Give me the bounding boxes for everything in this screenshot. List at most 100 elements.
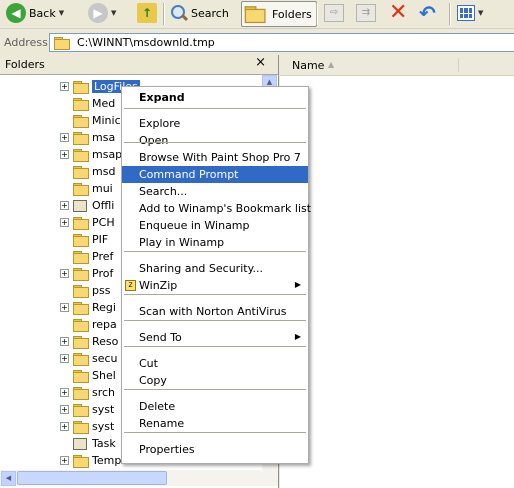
menu-item-properties[interactable]: Properties bbox=[122, 441, 308, 458]
menu-item-search[interactable]: Search... bbox=[122, 183, 308, 200]
folder-icon bbox=[73, 454, 89, 468]
menu-item-browse-paint-shop[interactable]: Browse With Paint Shop Pro 7 bbox=[122, 149, 308, 166]
menu-item-sharing-security[interactable]: Sharing and Security... bbox=[122, 260, 308, 277]
menu-item-label: Enqueue in Winamp bbox=[139, 219, 250, 232]
address-label: Address bbox=[4, 36, 48, 49]
tree-item[interactable]: pss bbox=[60, 282, 110, 299]
menu-item-open[interactable]: Open bbox=[122, 132, 308, 149]
folder-icon bbox=[73, 284, 89, 298]
folder-icon bbox=[73, 301, 89, 315]
winzip-icon: Z bbox=[125, 280, 136, 291]
tree-item[interactable]: + PCH bbox=[60, 214, 115, 231]
tree-item[interactable]: + Reso bbox=[60, 333, 118, 350]
menu-item-label: Properties bbox=[139, 443, 195, 456]
expand-plus-icon[interactable]: + bbox=[60, 201, 69, 210]
folder-icon bbox=[73, 267, 89, 281]
up-folder-button[interactable]: ↑ bbox=[137, 1, 157, 25]
delete-button[interactable]: ✕ bbox=[389, 1, 407, 25]
menu-item-explore[interactable]: Explore bbox=[122, 115, 308, 132]
tree-item[interactable]: + Temp bbox=[60, 452, 121, 469]
submenu-arrow-icon: ▶ bbox=[294, 280, 301, 289]
tree-item[interactable]: Task bbox=[60, 435, 116, 452]
back-button[interactable]: ◀ Back ▼ bbox=[6, 1, 64, 25]
close-icon[interactable]: × bbox=[255, 55, 266, 70]
folders-button[interactable]: Folders bbox=[241, 1, 317, 27]
menu-separator bbox=[124, 389, 306, 390]
menu-item-scan-norton[interactable]: Scan with Norton AntiVirus bbox=[122, 303, 308, 320]
expand-plus-icon[interactable]: + bbox=[60, 150, 69, 159]
undo-button[interactable]: ↶ bbox=[419, 1, 436, 25]
address-path[interactable]: C:\WINNT\msdownld.tmp bbox=[77, 36, 215, 49]
tree-item[interactable]: + msa bbox=[60, 129, 115, 146]
menu-item-command-prompt[interactable]: Command Prompt bbox=[122, 166, 308, 183]
tree-item[interactable]: Med bbox=[60, 95, 115, 112]
folders-icon bbox=[244, 6, 266, 24]
tree-item[interactable]: Pref bbox=[60, 248, 113, 265]
menu-item-delete[interactable]: Delete bbox=[122, 398, 308, 415]
search-button[interactable]: Search bbox=[170, 1, 229, 25]
tree-item[interactable]: + secu bbox=[60, 350, 118, 367]
expand-plus-icon[interactable]: + bbox=[60, 354, 69, 363]
tree-item[interactable]: msd bbox=[60, 163, 115, 180]
tree-item-label: Pref bbox=[92, 250, 114, 263]
menu-item-play-winamp[interactable]: Play in Winamp bbox=[122, 234, 308, 251]
tree-item[interactable]: Minic bbox=[60, 112, 121, 129]
tree-item[interactable]: + Prof bbox=[60, 265, 113, 282]
menu-item-rename[interactable]: Rename bbox=[122, 415, 308, 432]
tree-item-label: syst bbox=[92, 403, 115, 416]
expand-plus-icon[interactable]: + bbox=[60, 456, 69, 465]
expand-plus-icon[interactable]: + bbox=[60, 218, 69, 227]
name-column-header[interactable]: Name bbox=[292, 59, 324, 72]
tree-item[interactable]: + Offli bbox=[60, 197, 114, 214]
tree-item[interactable]: repa bbox=[60, 316, 117, 333]
views-button[interactable]: ▼ bbox=[457, 1, 483, 25]
views-dropdown-arrow-icon[interactable]: ▼ bbox=[478, 9, 483, 17]
expand-plus-icon[interactable]: + bbox=[60, 269, 69, 278]
menu-item-copy[interactable]: Copy bbox=[122, 372, 308, 389]
up-folder-icon: ↑ bbox=[137, 3, 157, 23]
tree-item[interactable]: + msap bbox=[60, 146, 122, 163]
folder-icon bbox=[73, 318, 89, 332]
tree-item[interactable]: + syst bbox=[60, 401, 114, 418]
scroll-left-arrow-icon[interactable]: ◀ bbox=[1, 471, 16, 486]
horizontal-scroll-thumb[interactable] bbox=[17, 471, 167, 485]
move-to-button[interactable]: ⇨ bbox=[324, 1, 344, 25]
address-field[interactable]: C:\WINNT\msdownld.tmp bbox=[49, 33, 514, 52]
expand-plus-icon[interactable]: + bbox=[60, 82, 69, 91]
back-dropdown-arrow-icon[interactable]: ▼ bbox=[59, 9, 64, 17]
menu-item-cut[interactable]: Cut bbox=[122, 355, 308, 372]
tree-item[interactable]: + Regi bbox=[60, 299, 116, 316]
expand-plus-icon[interactable]: + bbox=[60, 422, 69, 431]
expand-plus-icon[interactable]: + bbox=[60, 388, 69, 397]
expand-plus-icon[interactable]: + bbox=[60, 405, 69, 414]
sort-ascending-icon: ▲ bbox=[328, 60, 335, 69]
tree-item[interactable]: + srch bbox=[60, 384, 115, 401]
expand-plus-icon[interactable]: + bbox=[60, 133, 69, 142]
copy-to-button[interactable]: ⇉ bbox=[356, 1, 376, 25]
menu-item-send-to[interactable]: Send To ▶ bbox=[122, 329, 308, 346]
expand-plus-icon[interactable]: + bbox=[60, 337, 69, 346]
menu-item-label: Explore bbox=[139, 117, 181, 130]
menu-item-enqueue-winamp[interactable]: Enqueue in Winamp bbox=[122, 217, 308, 234]
menu-item-add-winamp-bookmark[interactable]: Add to Winamp's Bookmark list bbox=[122, 200, 311, 217]
menu-item-label: Sharing and Security... bbox=[139, 262, 264, 275]
tree-item-label: msd bbox=[92, 165, 116, 178]
forward-dropdown-arrow-icon[interactable]: ▼ bbox=[111, 9, 116, 17]
expand-plus-icon[interactable]: + bbox=[60, 303, 69, 312]
menu-separator bbox=[124, 251, 306, 252]
menu-item-label: Scan with Norton AntiVirus bbox=[139, 305, 287, 318]
tree-item[interactable]: + syst bbox=[60, 418, 114, 435]
menu-item-label: Rename bbox=[139, 417, 185, 430]
tree-item[interactable]: Shel bbox=[60, 367, 116, 384]
horizontal-scrollbar[interactable]: ◀ bbox=[0, 470, 278, 486]
tree-item[interactable]: PIF bbox=[60, 231, 108, 248]
tree-item-label: PCH bbox=[92, 216, 115, 229]
menu-item-expand[interactable]: Expand bbox=[122, 89, 308, 106]
tree-item-label: srch bbox=[92, 386, 116, 399]
column-divider[interactable] bbox=[458, 58, 459, 72]
folder-icon bbox=[73, 80, 89, 94]
menu-item-winzip[interactable]: Z WinZip ▶ bbox=[122, 277, 308, 294]
tree-item[interactable]: mui bbox=[60, 180, 113, 197]
forward-button[interactable]: ▶ ▼ bbox=[88, 1, 116, 25]
folders-pane-header: Folders × bbox=[0, 55, 278, 75]
